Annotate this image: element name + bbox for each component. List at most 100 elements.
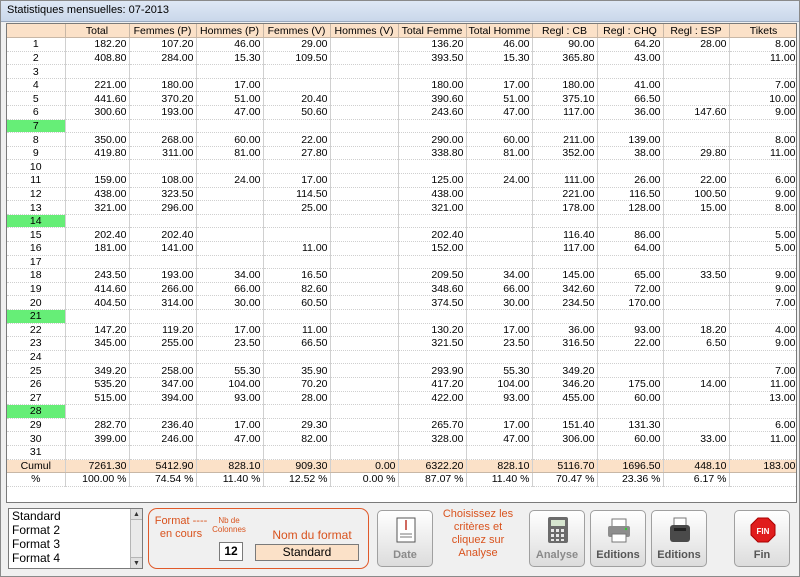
value-cell: 180.00 xyxy=(398,78,467,93)
day-cell: 7 xyxy=(7,119,66,134)
value-cell xyxy=(398,255,467,270)
column-header[interactable]: Hommes (P) xyxy=(196,24,264,39)
table-row[interactable]: 31 xyxy=(7,445,796,460)
scroll-down-icon[interactable]: ▼ xyxy=(131,557,142,568)
column-header[interactable]: Femmes (P) xyxy=(129,24,197,39)
percent-row-label: % xyxy=(7,472,66,487)
value-cell xyxy=(330,350,399,365)
value-cell: 422.00 xyxy=(398,391,467,406)
value-cell: 404.50 xyxy=(65,295,130,310)
day-cell: 17 xyxy=(7,255,66,270)
table-row[interactable]: 9 419.80 311.00 81.00 27.80 338.80 81.00 352.00… xyxy=(7,146,796,161)
column-header[interactable]: Hommes (V) xyxy=(330,24,399,39)
column-header[interactable]: Regl : CHQ xyxy=(597,24,664,39)
table-row[interactable]: 24 xyxy=(7,350,796,365)
table-row[interactable]: 6 300.60 193.00 47.00 50.60 243.60 47.00 117.00… xyxy=(7,105,796,120)
value-cell: 221.00 xyxy=(65,78,130,93)
table-row[interactable]: 15 202.40 202.40 202.40 116.40 86.00 5.00 xyxy=(7,227,796,242)
value-cell: 448.10 xyxy=(663,459,730,474)
value-cell: 9.00 xyxy=(729,105,796,120)
table-row[interactable]: 26 535.20 347.00 104.00 70.20 417.20 104.00 346… xyxy=(7,377,796,392)
column-header[interactable]: Total xyxy=(65,24,130,39)
table-row[interactable]: 30 399.00 246.00 47.00 82.00 328.00 47.00 306.0… xyxy=(7,431,796,446)
table-row[interactable]: 10 xyxy=(7,159,796,175)
value-cell: 7261.30 xyxy=(65,459,130,474)
value-cell: 180.00 xyxy=(129,78,197,93)
format-list-scrollbar[interactable]: ▲ ▼ xyxy=(130,509,142,568)
value-cell xyxy=(597,255,664,270)
table-row[interactable]: 5 441.60 370.20 51.00 20.40 390.60 51.00 375.10… xyxy=(7,91,796,107)
date-button[interactable]: Date xyxy=(377,510,433,567)
column-header[interactable] xyxy=(7,24,66,39)
printer-icon xyxy=(608,518,630,543)
table-row[interactable]: 27 515.00 394.00 93.00 28.00 422.00 93.00 455.0… xyxy=(7,391,796,406)
table-row[interactable]: 25 349.20 258.00 55.30 35.90 293.90 55.30 349.2… xyxy=(7,363,796,378)
value-cell xyxy=(532,159,598,175)
value-cell xyxy=(330,431,399,446)
value-cell: 243.50 xyxy=(65,268,130,283)
value-cell xyxy=(597,350,664,365)
table-row[interactable]: 14 xyxy=(7,214,796,229)
table-row[interactable]: 16 181.00 141.00 11.00 152.00 117.00 64.00 5.00 xyxy=(7,241,796,256)
day-cell: 2 xyxy=(7,51,66,66)
column-header[interactable]: Femmes (V) xyxy=(263,24,331,39)
format-list[interactable]: Standard Format 2 Format 3 Format 4 ▲ ▼ xyxy=(8,508,143,569)
value-cell: 9.00 xyxy=(729,187,796,202)
value-cell xyxy=(729,119,796,134)
stats-grid[interactable]: Total Femmes (P) Hommes (P) Femmes (V) Homme… xyxy=(6,23,797,503)
table-row[interactable]: 12 438.00 323.50 114.50 438.00 221.00 116.50 10… xyxy=(7,187,796,202)
table-row[interactable]: 17 xyxy=(7,255,796,270)
table-row[interactable]: 28 xyxy=(7,404,796,419)
table-row[interactable]: 23 345.00 255.00 23.50 66.50 321.50 23.50 316.5… xyxy=(7,336,796,351)
value-cell: 29.30 xyxy=(263,418,331,433)
table-row[interactable]: 3 xyxy=(7,64,796,79)
fin-button[interactable]: FIN Fin xyxy=(734,510,790,567)
value-cell: 346.20 xyxy=(532,377,598,392)
value-cell: 86.00 xyxy=(597,227,664,242)
table-row[interactable]: 13 321.00 296.00 25.00 321.00 178.00 128.00 15.… xyxy=(7,200,796,215)
editions-button-1[interactable]: Editions xyxy=(590,510,646,567)
value-cell: 296.00 xyxy=(129,200,197,215)
value-cell xyxy=(729,309,796,324)
format-item[interactable]: Format 3 xyxy=(9,537,142,551)
table-row[interactable]: 2 408.80 284.00 15.30 109.50 393.50 15.30 365.8… xyxy=(7,51,796,66)
table-row[interactable]: 1 182.20 107.20 46.00 29.00 136.20 46.00 90.00 6… xyxy=(7,37,796,52)
table-row[interactable]: 11 159.00 108.00 24.00 17.00 125.00 24.00 111.0… xyxy=(7,173,796,188)
column-header[interactable]: Regl : CB xyxy=(532,24,598,39)
value-cell: 28.00 xyxy=(263,391,331,406)
value-cell xyxy=(330,78,399,93)
value-cell: 60.00 xyxy=(466,132,533,147)
percent-row: % 100.00 % 74.54 % 11.40 % 12.52 % 0.00 % 87.0… xyxy=(7,472,796,487)
table-row[interactable]: 20 404.50 314.00 30.00 60.50 374.50 30.00 234.5… xyxy=(7,295,796,310)
table-row[interactable]: 4 221.00 180.00 17.00 180.00 17.00 180.00 41.00… xyxy=(7,78,796,93)
value-cell xyxy=(330,200,399,215)
format-item[interactable]: Format 2 xyxy=(9,523,142,537)
value-cell xyxy=(196,200,264,215)
table-row[interactable]: 29 282.70 236.40 17.00 29.30 265.70 17.00 151.4… xyxy=(7,418,796,433)
value-cell xyxy=(597,309,664,324)
table-row[interactable]: 22 147.20 119.20 17.00 11.00 130.20 17.00 36.00… xyxy=(7,323,796,338)
table-row[interactable]: 8 350.00 268.00 60.00 22.00 290.00 60.00 211.00… xyxy=(7,132,796,147)
table-row[interactable]: 21 xyxy=(7,309,796,324)
column-header[interactable]: Total Homme xyxy=(466,24,533,39)
column-header[interactable]: Total Femme xyxy=(398,24,467,39)
value-cell xyxy=(663,309,730,324)
value-cell: 441.60 xyxy=(65,91,130,107)
table-row[interactable]: 19 414.60 266.00 66.00 82.60 348.60 66.00 342.6… xyxy=(7,282,796,297)
table-row[interactable]: 7 xyxy=(7,119,796,134)
editions-button-2[interactable]: Editions xyxy=(651,510,707,567)
scroll-up-icon[interactable]: ▲ xyxy=(131,509,142,520)
value-cell: 16.50 xyxy=(263,268,331,283)
value-cell: 352.00 xyxy=(532,146,598,161)
value-cell: 290.00 xyxy=(398,132,467,147)
format-item[interactable]: Format 4 xyxy=(9,551,142,565)
value-cell: 365.80 xyxy=(532,51,598,66)
day-cell: 31 xyxy=(7,445,66,460)
column-header[interactable]: Tikets xyxy=(729,24,796,39)
column-header[interactable]: Regl : ESP xyxy=(663,24,730,39)
analyse-button[interactable]: Analyse xyxy=(529,510,585,567)
table-row[interactable]: 18 243.50 193.00 34.00 16.50 209.50 34.00 145.0… xyxy=(7,268,796,283)
value-cell: 202.40 xyxy=(65,227,130,242)
format-item[interactable]: Standard xyxy=(9,509,142,523)
value-cell xyxy=(330,255,399,270)
